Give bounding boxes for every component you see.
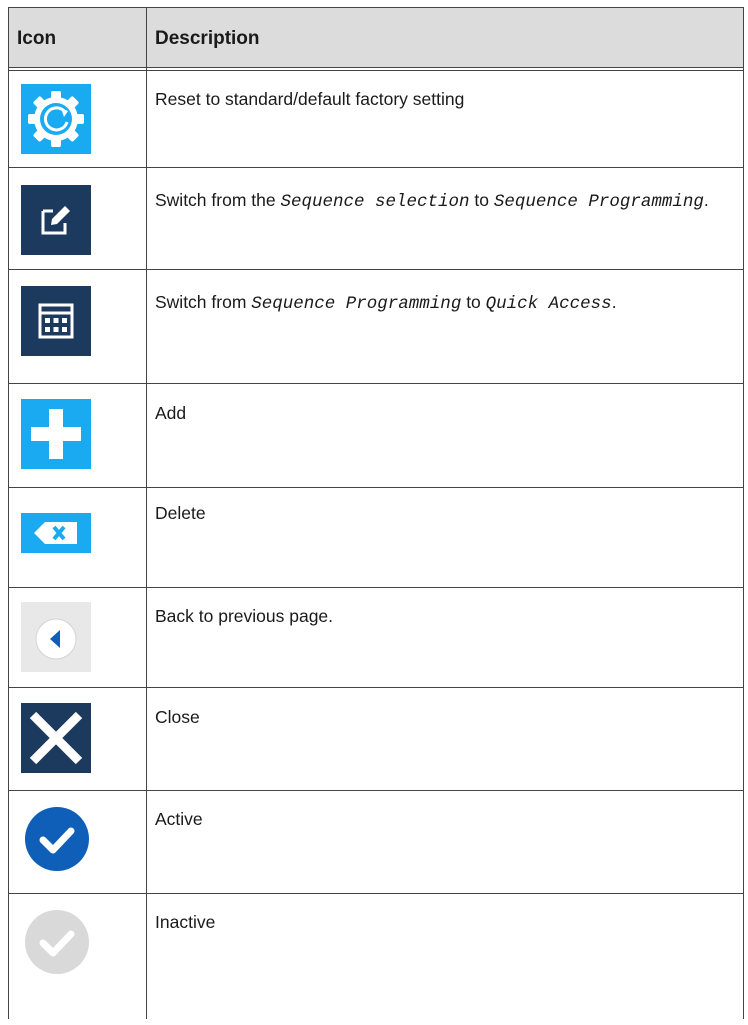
ui-term-text: Sequence Programming — [251, 294, 462, 314]
row-divider — [9, 790, 743, 791]
description-text: . — [703, 190, 709, 210]
edit-icon — [21, 185, 91, 255]
row-divider — [9, 167, 743, 168]
calculator-icon — [21, 286, 91, 356]
description-text: Close — [155, 707, 200, 727]
description-cell: Close — [155, 703, 735, 732]
ui-term-text: Sequence Programming — [493, 192, 704, 212]
description-text: Delete — [155, 503, 206, 523]
icon-column-header: Icon — [17, 28, 57, 49]
add-icon — [21, 399, 91, 469]
reset-settings-icon — [21, 84, 91, 154]
description-text: Switch from — [155, 292, 252, 312]
description-text: . — [611, 292, 617, 312]
description-text: Reset to standard/default factory settin… — [155, 89, 465, 109]
column-divider — [146, 7, 147, 1019]
description-text: Back to previous page. — [155, 606, 334, 626]
ui-term-text: Quick Access — [485, 294, 612, 314]
description-text: to — [469, 190, 494, 210]
description-cell: Add — [155, 399, 735, 428]
icon-description-table: Icon Description Reset to standard/defau… — [8, 7, 744, 1019]
delete-icon — [21, 513, 91, 553]
active-check-icon — [21, 804, 91, 874]
row-divider — [9, 687, 743, 688]
back-icon — [21, 602, 91, 672]
description-column-header: Description — [155, 28, 260, 49]
header-divider — [9, 70, 743, 71]
row-divider — [9, 587, 743, 588]
row-divider — [9, 269, 743, 270]
description-cell: Active — [155, 805, 735, 834]
close-icon — [21, 703, 91, 773]
description-text: Inactive — [155, 912, 216, 932]
description-text: Switch from the — [155, 190, 281, 210]
description-text: Active — [155, 809, 203, 829]
inactive-check-icon — [21, 907, 91, 977]
description-cell: Switch from the Sequence selection to Se… — [155, 186, 735, 217]
description-text: Add — [155, 403, 187, 423]
ui-term-text: Sequence selection — [280, 192, 470, 212]
description-cell: Delete — [155, 499, 735, 528]
description-cell: Back to previous page. — [155, 602, 735, 631]
description-cell: Inactive — [155, 908, 735, 937]
description-text: to — [461, 292, 486, 312]
row-divider — [9, 383, 743, 384]
table-header: Icon Description — [9, 7, 743, 68]
description-cell: Reset to standard/default factory settin… — [155, 85, 735, 114]
description-cell: Switch from Sequence Programming to Quic… — [155, 288, 735, 319]
row-divider — [9, 487, 743, 488]
row-divider — [9, 893, 743, 894]
